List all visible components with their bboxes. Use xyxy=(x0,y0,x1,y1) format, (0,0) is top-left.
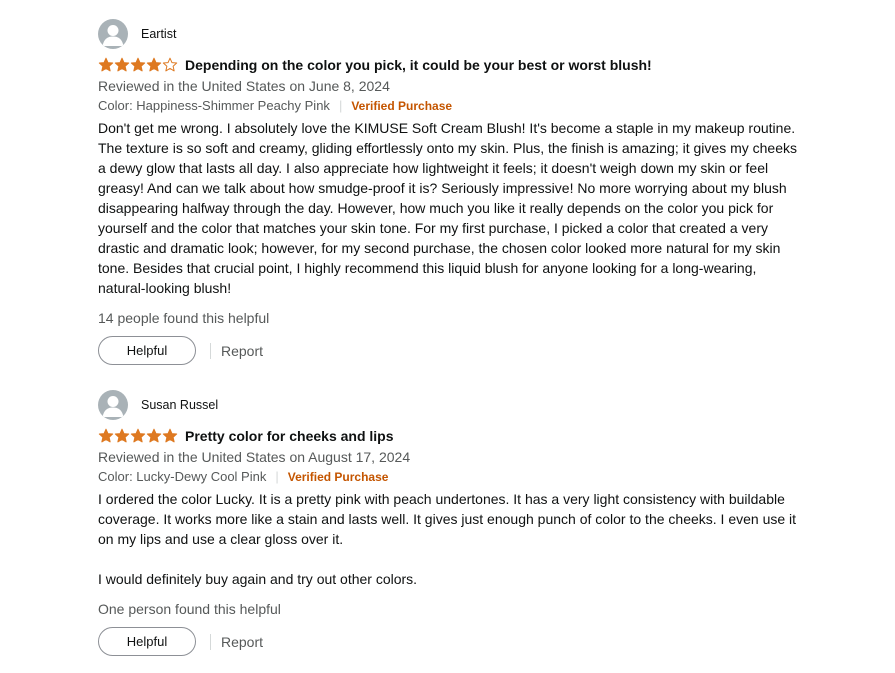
report-link[interactable]: Report xyxy=(221,634,263,650)
helpful-button[interactable]: Helpful xyxy=(98,336,196,365)
helpful-button[interactable]: Helpful xyxy=(98,627,196,656)
review-paragraph: Don't get me wrong. I absolutely love th… xyxy=(98,120,798,296)
review-body: Don't get me wrong. I absolutely love th… xyxy=(98,118,798,298)
star-filled-icon xyxy=(130,428,146,443)
reviewer-name[interactable]: Susan Russel xyxy=(141,398,218,412)
star-filled-icon xyxy=(114,57,130,72)
review-title[interactable]: Depending on the color you pick, it coul… xyxy=(185,57,652,73)
star-filled-icon xyxy=(98,57,114,72)
action-divider xyxy=(210,342,211,359)
star-rating[interactable] xyxy=(98,428,178,444)
star-filled-icon xyxy=(98,428,114,443)
star-filled-icon xyxy=(130,57,146,72)
star-empty-icon xyxy=(162,57,178,72)
meta-divider: | xyxy=(338,98,343,113)
review-body: I ordered the color Lucky. It is a prett… xyxy=(98,489,798,589)
review-paragraph: I ordered the color Lucky. It is a prett… xyxy=(98,491,797,547)
star-filled-icon xyxy=(146,57,162,72)
avatar-icon xyxy=(98,390,128,420)
star-rating[interactable] xyxy=(98,57,178,73)
star-filled-icon xyxy=(146,428,162,443)
action-divider xyxy=(210,633,211,650)
review-title[interactable]: Pretty color for cheeks and lips xyxy=(185,428,394,444)
report-link[interactable]: Report xyxy=(221,343,263,359)
variant-color[interactable]: Color: Lucky-Dewy Cool Pink xyxy=(98,467,266,487)
helpful-count: One person found this helpful xyxy=(98,601,281,617)
avatar-icon xyxy=(98,19,128,49)
review-card: Eartist Depending on the color you pick,… xyxy=(98,18,798,365)
review-date: Reviewed in the United States on August … xyxy=(98,449,411,465)
verified-purchase-badge[interactable]: Verified Purchase xyxy=(288,467,389,487)
verified-purchase-badge[interactable]: Verified Purchase xyxy=(351,96,452,116)
reviewer-profile[interactable]: Eartist xyxy=(98,18,798,50)
helpful-count: 14 people found this helpful xyxy=(98,310,270,326)
star-filled-icon xyxy=(114,428,130,443)
review-card: Susan Russel Pretty color for cheeks and… xyxy=(98,389,798,656)
star-filled-icon xyxy=(162,428,178,443)
review-date: Reviewed in the United States on June 8,… xyxy=(98,78,390,94)
reviewer-profile[interactable]: Susan Russel xyxy=(98,389,798,421)
variant-color[interactable]: Color: Happiness-Shimmer Peachy Pink xyxy=(98,96,330,116)
meta-divider: | xyxy=(275,469,279,484)
review-paragraph: I would definitely buy again and try out… xyxy=(98,571,418,587)
reviewer-name[interactable]: Eartist xyxy=(141,27,176,41)
